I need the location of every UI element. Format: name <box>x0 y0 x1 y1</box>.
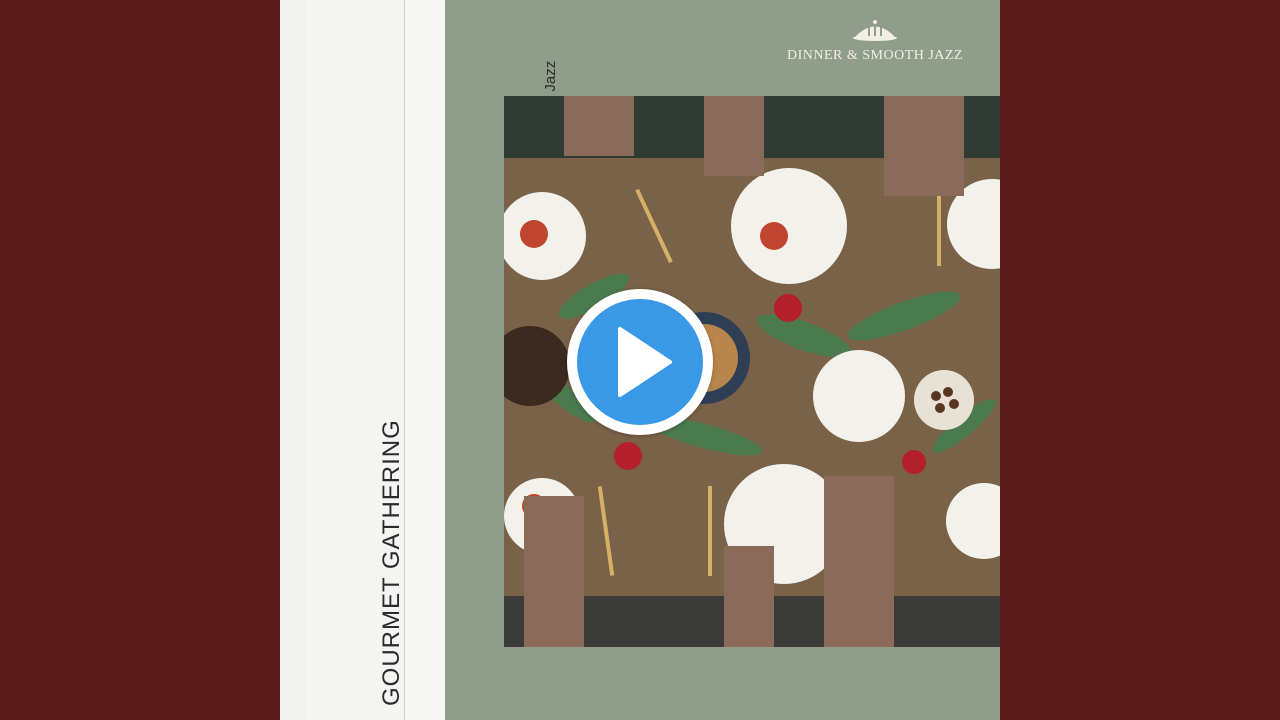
cover-subspine: Dinner & Smooth Jazz <box>405 0 559 720</box>
logo-text: DINNER & SMOOTH JAZZ <box>786 48 964 63</box>
play-icon <box>618 327 672 397</box>
cover-spine: GOURMET GATHERING <box>306 0 405 720</box>
cover-spine-edge <box>280 0 307 720</box>
brand-logo: DINNER & SMOOTH JAZZ <box>780 18 970 78</box>
cloche-icon <box>853 20 897 41</box>
album-title: GOURMET GATHERING <box>378 419 405 706</box>
play-button[interactable] <box>567 289 713 435</box>
